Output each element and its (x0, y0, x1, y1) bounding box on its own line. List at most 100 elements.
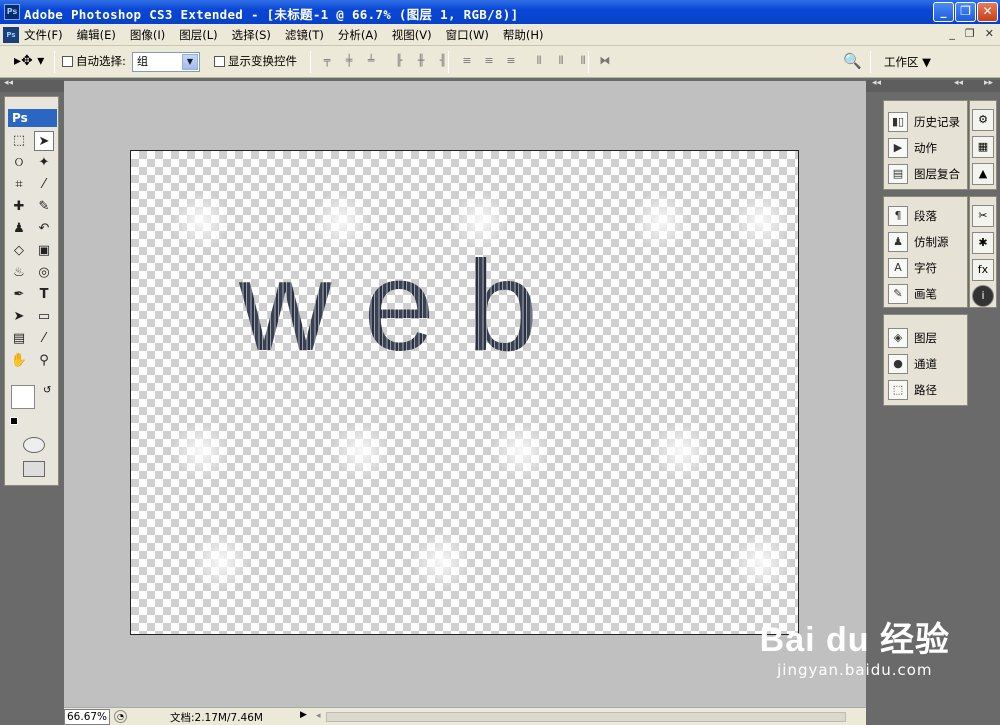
menu-image[interactable]: 图像(I) (130, 27, 165, 43)
title-bar: Ps Adobe Photoshop CS3 Extended - [未标题-1… (0, 0, 1000, 24)
menu-layer[interactable]: 图层(L) (179, 27, 217, 43)
panel-item-history[interactable]: ▮▯ 历史记录 (884, 109, 967, 135)
swap-colors-icon[interactable]: ↺ (43, 385, 51, 396)
healing-brush-icon[interactable]: ✚ (9, 197, 29, 217)
menu-filter[interactable]: 滤镜(T) (285, 27, 324, 43)
panel-item-brushes[interactable]: ✎ 画笔 (884, 281, 967, 307)
canvas-text-layer[interactable]: web (239, 243, 570, 371)
maximize-button[interactable]: ❐ (955, 2, 976, 22)
photoshop-logo[interactable]: Ps (8, 109, 57, 127)
dodge-tool-icon[interactable]: ◎ (34, 263, 54, 283)
gradient-tool-icon[interactable]: ▣ (34, 241, 54, 261)
eyedropper-tool-icon[interactable]: ⁄ (34, 329, 54, 349)
right-dock-strip[interactable]: ◂◂ ◂◂ ▸▸ (866, 78, 1000, 92)
panel-item-channels[interactable]: ● 通道 (884, 351, 967, 377)
distribute-hcenter-icon[interactable]: ⫴ (554, 54, 568, 68)
screen-mode-icon[interactable] (23, 461, 45, 477)
left-dock-strip[interactable]: ◂◂ (0, 78, 64, 92)
menu-help[interactable]: 帮助(H) (503, 27, 544, 43)
icon-panel-middle: ✂ ✱ fx i (969, 196, 997, 308)
panel-item-actions[interactable]: ▶ 动作 (884, 135, 967, 161)
shape-tool-icon[interactable]: ▭ (34, 307, 54, 327)
status-arrow-icon[interactable]: ▶ (300, 710, 307, 720)
toolbox: Ps ⬚ ➤ ଠ ✦ ⌗ ⁄ ✚ ✎ ♟ ↶ ◇ ▣ ♨ ◎ ✒ T ➤ ▭ ▤… (4, 96, 59, 486)
marquee-tool-icon[interactable]: ⬚ (9, 131, 29, 151)
hand-tool-icon[interactable]: ✋ (9, 351, 29, 371)
align-top-icon[interactable]: ╤ (320, 54, 334, 68)
path-selection-icon[interactable]: ➤ (9, 307, 29, 327)
pattern-highlight (171, 421, 231, 481)
panel-item-character[interactable]: A 字符 (884, 255, 967, 281)
menu-select[interactable]: 选择(S) (232, 27, 271, 43)
histogram-icon[interactable]: ▲ (972, 163, 994, 185)
auto-select-dropdown[interactable]: 组 ▼ (132, 52, 200, 72)
panel-label: 图层复合 (914, 167, 960, 181)
zoom-tool-icon[interactable]: ⚲ (34, 351, 54, 371)
menu-file[interactable]: 文件(F) (24, 27, 63, 43)
panel-item-layer-comps[interactable]: ▤ 图层复合 (884, 161, 967, 187)
close-button[interactable]: ✕ (977, 2, 998, 22)
align-bottom-icon[interactable]: ╧ (364, 54, 378, 68)
pen-tool-icon[interactable]: ✒ (9, 285, 29, 305)
auto-align-icon[interactable]: ⧓ (598, 54, 612, 68)
clone-stamp-icon[interactable]: ♟ (9, 219, 29, 239)
brush-tool-icon[interactable]: ✎ (34, 197, 54, 217)
tool-presets-icon[interactable]: ✂ (972, 205, 994, 227)
menu-analysis[interactable]: 分析(A) (338, 27, 378, 43)
move-tool-preset-icon[interactable]: ▸✥ ▾ (14, 53, 44, 69)
foreground-color-swatch[interactable] (11, 385, 35, 409)
minimize-button[interactable]: _ (933, 2, 954, 22)
move-tool-icon[interactable]: ➤ (34, 131, 54, 151)
zoom-field[interactable]: 66.67% (64, 709, 110, 725)
workspace-menu[interactable]: 工作区 ▼ (884, 54, 931, 70)
brushes-icon: ✎ (888, 284, 908, 304)
blur-tool-icon[interactable]: ♨ (9, 263, 29, 283)
status-menu-icon[interactable]: ◔ (114, 710, 127, 723)
notes-tool-icon[interactable]: ▤ (9, 329, 29, 349)
collapse-icon[interactable]: ◂◂ (872, 78, 881, 88)
default-colors-icon[interactable] (10, 417, 18, 425)
align-vcenter-icon[interactable]: ╪ (342, 54, 356, 68)
distribute-bottom-icon[interactable]: ≡ (504, 54, 518, 68)
lasso-tool-icon[interactable]: ଠ (9, 153, 29, 173)
navigator-icon[interactable]: ⚙ (972, 109, 994, 131)
canvas[interactable]: web (130, 150, 799, 635)
tool-preset-icon[interactable]: 🔍 (843, 52, 862, 70)
layer-style-fx-icon[interactable]: fx (972, 259, 994, 281)
menu-window[interactable]: 窗口(W) (446, 27, 489, 43)
crop-tool-icon[interactable]: ⌗ (9, 175, 29, 195)
distribute-left-icon[interactable]: ⫴ (532, 54, 546, 68)
panel-item-layers[interactable]: ◈ 图层 (884, 325, 967, 351)
styles-icon[interactable]: ✱ (972, 232, 994, 254)
align-hcenter-icon[interactable]: ╫ (414, 54, 428, 68)
auto-select-checkbox[interactable] (62, 54, 73, 67)
panel-item-paths[interactable]: ⬚ 路径 (884, 377, 967, 403)
magic-wand-tool-icon[interactable]: ✦ (34, 153, 54, 173)
menu-edit[interactable]: 编辑(E) (77, 27, 116, 43)
doc-restore-button[interactable]: ❐ (965, 27, 975, 40)
document-icon[interactable]: Ps (3, 27, 19, 43)
collapse-icon[interactable]: ◂◂ (954, 78, 963, 88)
menu-bar: Ps 文件(F) 编辑(E) 图像(I) 图层(L) 选择(S) 滤镜(T) 分… (0, 24, 1000, 46)
panel-item-clone-source[interactable]: ♟ 仿制源 (884, 229, 967, 255)
distribute-vcenter-icon[interactable]: ≡ (482, 54, 496, 68)
distribute-top-icon[interactable]: ≡ (460, 54, 474, 68)
type-tool-icon[interactable]: T (34, 285, 54, 305)
swatches-icon[interactable]: ▦ (972, 136, 994, 158)
layer-comps-icon: ▤ (888, 164, 908, 184)
history-brush-icon[interactable]: ↶ (34, 219, 54, 239)
doc-close-button[interactable]: ✕ (985, 27, 994, 40)
show-transform-checkbox[interactable] (214, 54, 225, 67)
horizontal-scrollbar[interactable] (326, 712, 846, 722)
panel-item-paragraph[interactable]: ¶ 段落 (884, 203, 967, 229)
eyedropper-slice-icon[interactable]: ⁄ (34, 175, 54, 195)
align-left-icon[interactable]: ╟ (392, 54, 406, 68)
doc-minimize-button[interactable]: _ (949, 27, 955, 40)
info-icon[interactable]: i (972, 285, 994, 307)
eraser-tool-icon[interactable]: ◇ (9, 241, 29, 261)
menu-view[interactable]: 视图(V) (392, 27, 432, 43)
collapse-icon[interactable]: ◂◂ (4, 78, 13, 88)
expand-icon[interactable]: ▸▸ (984, 78, 993, 88)
scroll-left-icon[interactable]: ◂ (316, 711, 321, 721)
quick-mask-icon[interactable] (23, 437, 45, 453)
